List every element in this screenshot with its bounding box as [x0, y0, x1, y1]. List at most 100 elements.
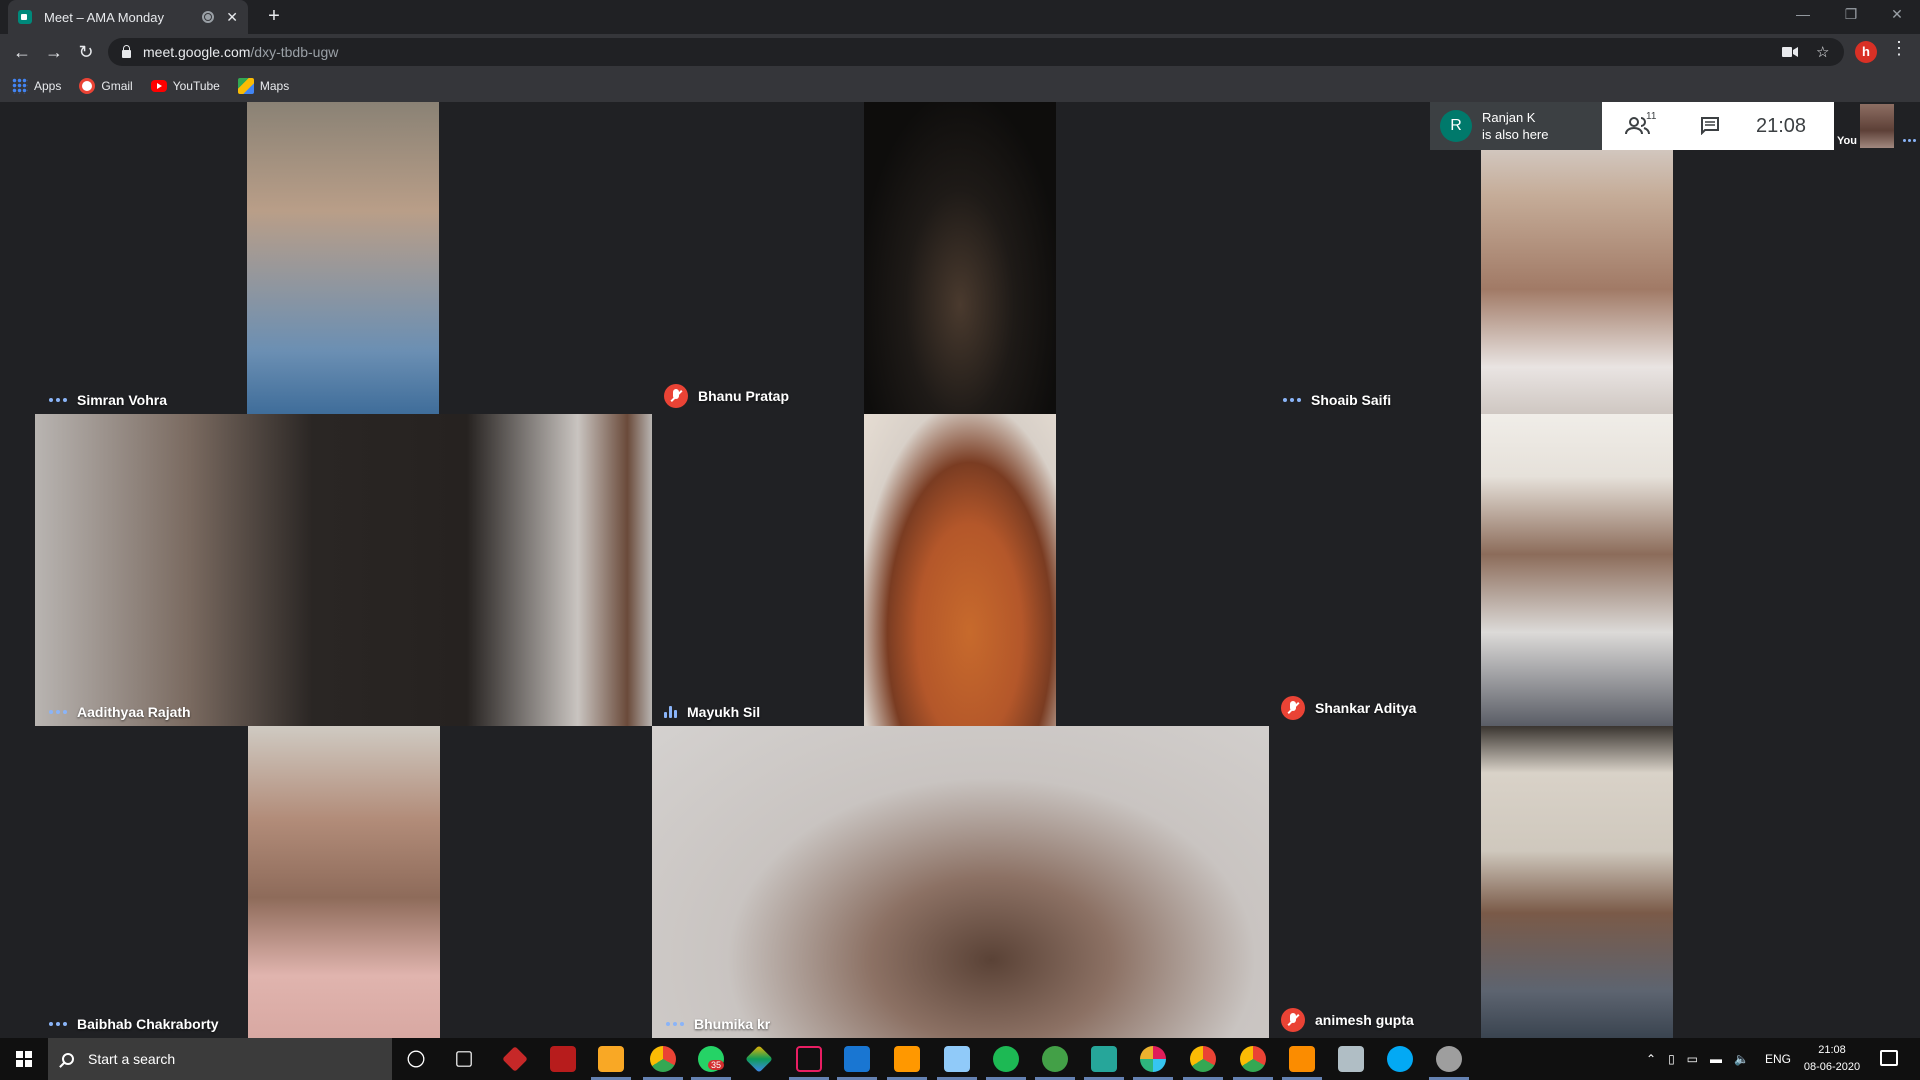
self-view[interactable]: You — [1834, 102, 1920, 150]
address-bar[interactable]: meet.google.com/dxy-tbdb-ugw — [108, 38, 1844, 66]
meeting-clock: 21:08 — [1756, 114, 1807, 137]
more-options-icon[interactable] — [49, 398, 67, 402]
participant-video — [1481, 414, 1673, 726]
chrome-icon[interactable] — [650, 1046, 676, 1072]
participant-name: Baibhab Chakraborty — [77, 1016, 219, 1032]
profile-avatar[interactable]: h — [1855, 41, 1877, 63]
more-options-icon[interactable] — [666, 1022, 684, 1026]
vscode-icon[interactable] — [844, 1046, 870, 1072]
participant-name: animesh gupta — [1315, 1012, 1414, 1028]
camera-in-use-icon[interactable] — [1782, 38, 1798, 66]
taskbar-search[interactable]: Start a search — [48, 1038, 392, 1080]
participant-name: Aadithyaa Rajath — [77, 704, 191, 720]
browser-toolbar: ← → ↻ meet.google.com/dxy-tbdb-ugw ☆ — [0, 34, 1920, 70]
app-icon-screen[interactable] — [1091, 1046, 1117, 1072]
skype-icon[interactable] — [1387, 1046, 1413, 1072]
taskbar-time: 21:08 — [1818, 1044, 1846, 1056]
join-notification: R Ranjan K is also here — [1430, 102, 1602, 150]
participant-tile-aadithyaa[interactable]: Aadithyaa Rajath — [35, 414, 652, 726]
self-more-options-icon[interactable] — [1903, 139, 1916, 142]
cortana-icon[interactable] — [407, 1050, 425, 1068]
participant-video — [248, 726, 440, 1038]
bookmark-maps[interactable]: Maps — [237, 78, 289, 94]
new-tab-button[interactable]: + — [262, 4, 286, 28]
task-view-icon[interactable] — [456, 1051, 472, 1067]
participant-tile-simran[interactable]: Simran Vohra — [35, 102, 652, 414]
tab-strip: Meet – AMA Monday ✕ + — ❐ ✕ — [0, 0, 1920, 34]
recording-indicator-icon — [202, 11, 215, 23]
app-icon-video[interactable] — [550, 1046, 576, 1072]
mic-muted-icon — [664, 384, 688, 408]
slack-icon[interactable] — [1140, 1046, 1166, 1072]
file-explorer-icon[interactable] — [598, 1046, 624, 1072]
volume-icon[interactable]: 🔈 — [1734, 1052, 1749, 1066]
close-window-button[interactable]: ✕ — [1874, 0, 1920, 30]
search-placeholder: Start a search — [88, 1051, 176, 1067]
participant-name: Mayukh Sil — [687, 704, 761, 720]
bookmark-youtube[interactable]: YouTube — [150, 79, 220, 93]
bookmark-gmail[interactable]: Gmail — [79, 78, 133, 94]
bookmark-apps[interactable]: Apps — [12, 78, 61, 94]
minimize-button[interactable]: — — [1780, 0, 1826, 30]
participant-name: Bhumika kr — [694, 1016, 771, 1032]
browser-menu-icon[interactable]: ⋮ — [1890, 38, 1908, 59]
chevron-up-icon[interactable]: ⌃ — [1646, 1052, 1656, 1066]
participant-video — [35, 414, 652, 726]
participant-tile-bhumika[interactable]: Bhumika kr — [652, 726, 1269, 1038]
participant-tile-baibhab[interactable]: Baibhab Chakraborty — [35, 726, 652, 1038]
tab-close-icon[interactable]: ✕ — [226, 9, 238, 26]
upwork-icon[interactable] — [1042, 1046, 1068, 1072]
participant-video — [864, 414, 1056, 726]
mic-muted-icon — [1281, 1008, 1305, 1032]
search-icon — [62, 1053, 74, 1065]
participant-video — [1481, 726, 1673, 1038]
participant-video — [864, 102, 1056, 414]
taskbar-clock[interactable]: 21:08 08-06-2020 — [1800, 1042, 1864, 1076]
app-icon-globe[interactable] — [1436, 1046, 1462, 1072]
tab-meet[interactable]: Meet – AMA Monday ✕ — [8, 0, 248, 34]
spotify-icon[interactable] — [993, 1046, 1019, 1072]
taskbar-date: 08-06-2020 — [1803, 1061, 1861, 1073]
app-icon-diamond[interactable] — [745, 1045, 773, 1073]
start-button[interactable] — [0, 1038, 48, 1080]
back-icon[interactable]: ← — [10, 40, 34, 64]
xampp-icon[interactable] — [1289, 1046, 1315, 1072]
action-center-icon[interactable] — [1880, 1050, 1898, 1066]
participant-name: Simran Vohra — [77, 392, 167, 408]
restore-button[interactable]: ❐ — [1828, 0, 1874, 30]
forward-icon[interactable]: → — [42, 40, 66, 64]
whatsapp-badge: 35 — [708, 1060, 725, 1070]
tab-title: Meet – AMA Monday — [44, 9, 164, 25]
chrome-profile-icon[interactable] — [1190, 1046, 1216, 1072]
notification-text: is also here — [1482, 127, 1549, 142]
sublime-icon[interactable] — [894, 1046, 920, 1072]
reload-icon[interactable]: ↻ — [74, 40, 98, 64]
self-video — [1860, 104, 1894, 148]
battery-icon[interactable]: ▬ — [1710, 1052, 1722, 1066]
app-icon-drive[interactable] — [1338, 1046, 1364, 1072]
participants-button[interactable]: 11 — [1602, 102, 1674, 150]
chat-button[interactable] — [1674, 102, 1746, 150]
app-icon-network[interactable] — [944, 1046, 970, 1072]
phone-icon[interactable]: ▯ — [1668, 1052, 1675, 1066]
participant-video — [247, 102, 439, 414]
apps-grid-icon — [12, 78, 28, 94]
language-indicator[interactable]: ENG — [1765, 1052, 1791, 1066]
chrome-profile-h-icon[interactable] — [1240, 1046, 1266, 1072]
participant-tile-bhanu[interactable]: Bhanu Pratap — [652, 102, 1269, 414]
meet-video-grid: Simran Vohra Bhanu Pratap Shoaib Saifi A… — [0, 102, 1920, 1038]
avatar: R — [1440, 110, 1472, 142]
participant-tile-mayukh[interactable]: Mayukh Sil — [652, 414, 1269, 726]
participant-tile-animesh[interactable]: animesh gupta — [1269, 726, 1886, 1038]
app-icon-red[interactable] — [502, 1046, 528, 1072]
more-options-icon[interactable] — [1283, 398, 1301, 402]
more-options-icon[interactable] — [49, 1022, 67, 1026]
bookmark-star-icon[interactable]: ☆ — [1816, 38, 1829, 66]
url-host: meet.google.com — [143, 44, 251, 60]
participant-tile-shankar[interactable]: Shankar Aditya — [1269, 414, 1886, 726]
windows-taskbar: Start a search 35 ⌃ ▯ ▭ ▬ 🔈 ENG 21:08 08 — [0, 1038, 1920, 1080]
participant-name: Shankar Aditya — [1315, 700, 1417, 716]
terminal-icon[interactable] — [796, 1046, 822, 1072]
network-icon[interactable]: ▭ — [1687, 1052, 1698, 1066]
more-options-icon[interactable] — [49, 710, 67, 714]
